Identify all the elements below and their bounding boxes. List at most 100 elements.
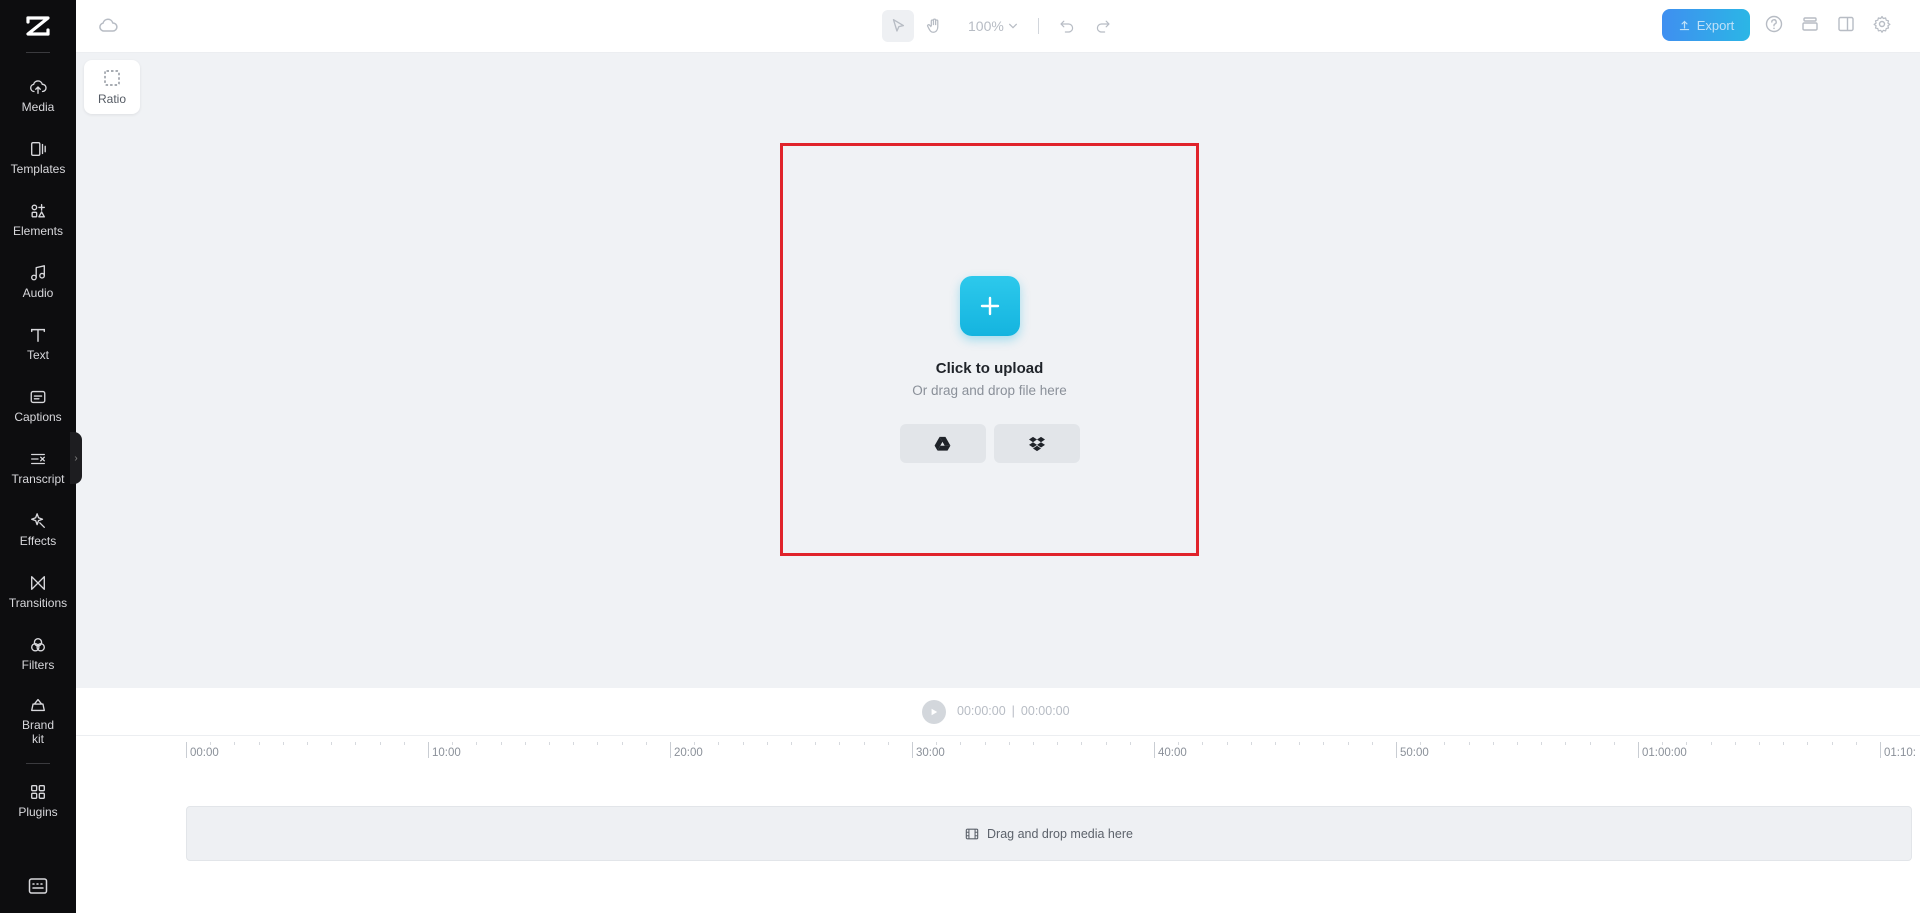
sidebar-item-transitions[interactable]: Transitions	[0, 561, 76, 623]
help-button[interactable]	[1764, 14, 1786, 36]
sidebar-item-templates[interactable]: Templates	[0, 127, 76, 189]
sidebar-item-transcript[interactable]: Transcript	[0, 437, 76, 499]
ruler-minor-tick	[524, 742, 526, 745]
ruler-major-tick	[1154, 742, 1155, 758]
ruler-minor-tick	[549, 742, 550, 745]
ruler-minor-tick	[1299, 742, 1301, 745]
ruler-minor-tick	[1686, 742, 1688, 745]
ruler-major-tick	[186, 742, 187, 758]
sidebar-item-plugins[interactable]: Plugins	[0, 770, 76, 832]
captions-icon	[30, 390, 46, 404]
ruler-minor-tick	[1250, 742, 1252, 745]
plus-icon	[980, 296, 999, 316]
ruler-tick-label: 00:00	[190, 747, 219, 759]
ruler-minor-tick	[1613, 742, 1615, 745]
gear-icon	[1873, 15, 1891, 33]
redo-button[interactable]	[1087, 10, 1119, 42]
sidebar-item-captions[interactable]: Captions	[0, 375, 76, 437]
ruler-minor-tick	[500, 742, 502, 745]
play-icon	[931, 708, 938, 716]
timeline-ruler[interactable]: 00:00 10:00 20:00 30:00 40:00 50:00 01:00:00 01…	[186, 736, 1920, 764]
sidebar-item-elements[interactable]: Elements	[0, 189, 76, 251]
layers-button[interactable]	[1800, 14, 1822, 36]
help-circle-icon	[1765, 15, 1783, 33]
ruler-minor-tick	[573, 742, 575, 745]
ruler-tick-label: 50:00	[1400, 747, 1429, 759]
sidebar-item-label: Templates	[10, 162, 66, 176]
ruler-minor-tick	[960, 742, 962, 745]
hand-tool-button[interactable]	[918, 10, 950, 42]
ruler-tick-label: 30:00	[916, 747, 945, 759]
panel-toggle-button[interactable]	[1836, 14, 1858, 36]
upload-plus-button[interactable]	[959, 276, 1020, 336]
effects-icon	[31, 513, 45, 528]
sidebar-item-effects[interactable]: Effects	[0, 499, 76, 561]
sidebar-collapse-handle[interactable]: ›	[70, 432, 82, 484]
settings-button[interactable]	[1872, 14, 1894, 36]
undo-button[interactable]	[1051, 10, 1083, 42]
select-tool-button[interactable]	[882, 10, 914, 42]
sidebar-item-media[interactable]: Media	[0, 65, 76, 127]
cloud-sync-icon[interactable]	[98, 16, 118, 36]
ruler-minor-tick	[1081, 742, 1083, 745]
google-drive-button[interactable]	[899, 424, 986, 463]
ratio-label: Ratio	[97, 92, 126, 106]
sidebar-item-label: Captions	[14, 410, 62, 424]
upload-subtitle: Or drag and drop file here	[912, 383, 1067, 398]
ruler-minor-tick	[645, 742, 647, 745]
topbar-right-icons	[1764, 14, 1894, 36]
ruler-minor-tick	[1783, 742, 1785, 745]
export-button[interactable]: Export	[1662, 9, 1750, 41]
ruler-minor-tick	[1589, 742, 1591, 745]
ruler-minor-tick	[863, 742, 865, 745]
time-separator: |	[1011, 704, 1015, 718]
text-icon	[30, 328, 46, 343]
ruler-minor-tick	[1807, 742, 1809, 745]
upload-arrow-icon	[1679, 20, 1689, 30]
player-controls: 00:00:00 | 00:00:00	[76, 688, 1920, 736]
zoom-level: 100%	[968, 18, 1004, 34]
sidebar-item-text[interactable]: Text	[0, 313, 76, 375]
timeline-drop-track[interactable]: Drag and drop media here	[186, 806, 1912, 861]
ruler-tick-label: 20:00	[674, 747, 703, 759]
cloud-upload-icon	[30, 80, 47, 94]
hand-icon	[926, 18, 939, 33]
left-sidebar: Media Templates Elements Audio Text Capt…	[0, 0, 76, 913]
sidebar-item-filters[interactable]: Filters	[0, 623, 76, 685]
ruler-tick-label: 40:00	[1158, 747, 1187, 759]
ruler-minor-tick	[1855, 742, 1857, 745]
logo-icon	[26, 16, 50, 36]
ruler-minor-tick	[1226, 742, 1228, 745]
drop-media-label: Drag and drop media here	[987, 826, 1133, 841]
ruler-minor-tick	[1565, 742, 1567, 745]
keyboard-shortcuts-button[interactable]	[28, 877, 48, 895]
dropbox-button[interactable]	[993, 424, 1080, 463]
timeline-panel: 00:00 10:00 20:00 30:00 40:00 50:00 01:00:00 01…	[76, 736, 1920, 913]
film-strip-icon	[965, 828, 979, 839]
ruler-minor-tick	[258, 742, 260, 745]
play-button[interactable]	[922, 700, 946, 724]
transcript-icon	[31, 453, 45, 465]
plugins-icon	[31, 785, 45, 799]
sidebar-item-audio[interactable]: Audio	[0, 251, 76, 313]
sidebar-item-label: Transcript	[11, 472, 65, 486]
ruler-minor-tick	[1371, 742, 1373, 745]
music-note-icon	[31, 265, 45, 281]
ruler-minor-tick	[1759, 742, 1760, 745]
sidebar-item-brand-kit[interactable]: Brand kit	[0, 685, 76, 757]
ruler-minor-tick	[403, 742, 405, 745]
sidebar-item-label: Filters	[21, 658, 55, 672]
google-drive-icon	[934, 436, 951, 451]
upload-drop-zone[interactable]: Click to upload Or drag and drop file he…	[780, 143, 1199, 556]
ruler-minor-tick	[1420, 742, 1422, 745]
ruler-minor-tick	[742, 742, 744, 745]
undo-icon	[1060, 20, 1074, 33]
ruler-major-tick	[428, 742, 429, 758]
capcut-logo[interactable]	[0, 0, 76, 52]
zoom-dropdown[interactable]: 100%	[960, 10, 1026, 42]
ruler-minor-tick	[815, 742, 817, 745]
ratio-button[interactable]: Ratio	[84, 60, 140, 114]
ruler-minor-tick	[1662, 742, 1664, 745]
cloud-icon	[99, 18, 118, 32]
sidebar-item-label: Audio	[22, 286, 54, 300]
